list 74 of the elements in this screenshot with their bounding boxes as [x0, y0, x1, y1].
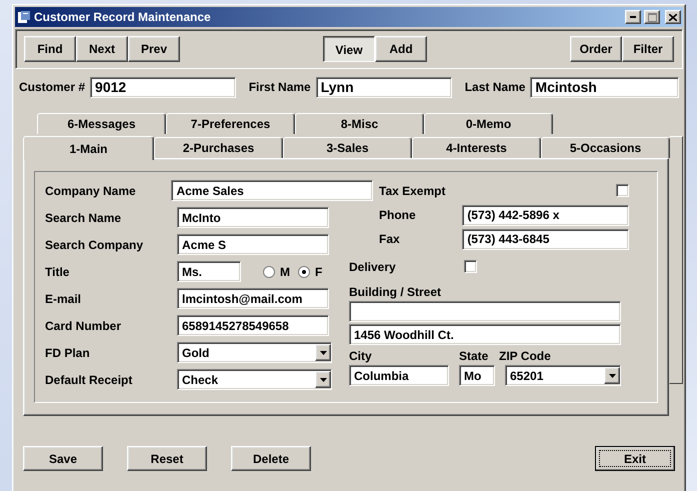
- close-button[interactable]: [665, 10, 681, 24]
- field-label: Delivery: [349, 260, 397, 274]
- tab[interactable]: 6-Messages: [37, 113, 166, 134]
- window-title: Customer Record Maintenance: [34, 10, 212, 24]
- field-label: Tax Exempt: [379, 184, 446, 198]
- field-label: Phone: [379, 208, 417, 222]
- field-label: E-mail: [45, 292, 82, 306]
- input-field[interactable]: McInto: [177, 207, 329, 228]
- field-label: Last Name: [464, 80, 526, 94]
- field-label: FD Plan: [45, 346, 91, 360]
- tab[interactable]: 0-Memo: [424, 113, 553, 134]
- tab[interactable]: 2-Purchases: [154, 137, 283, 158]
- close-icon: [669, 14, 677, 20]
- field-label: Card Number: [45, 318, 122, 332]
- toolbar-button[interactable]: Add: [375, 36, 427, 62]
- input-field[interactable]: (573) 443-6845: [462, 228, 629, 250]
- toolbar-button[interactable]: Next: [76, 36, 128, 62]
- field-label: Search Name: [45, 210, 122, 224]
- action-button[interactable]: Delete: [231, 446, 311, 471]
- checkbox[interactable]: [616, 184, 629, 197]
- input-field[interactable]: lmcintosh@mail.com: [177, 288, 329, 309]
- minimize-button[interactable]: [625, 10, 641, 24]
- tab[interactable]: 1-Main: [23, 136, 154, 160]
- field-label: Customer #: [19, 80, 86, 94]
- field-label: ZIP Code: [499, 349, 551, 363]
- toolbar-button[interactable]: View: [323, 36, 375, 62]
- field-label: Title: [45, 264, 70, 278]
- minimize-icon: [630, 16, 636, 18]
- input-field[interactable]: Mcintosh: [530, 76, 679, 98]
- checkbox[interactable]: [464, 260, 477, 273]
- radio-label: M: [280, 264, 290, 278]
- maximize-button[interactable]: [644, 10, 660, 24]
- field-label: First Name: [248, 80, 311, 94]
- tab[interactable]: 3-Sales: [283, 137, 412, 158]
- dropdown-arrow-icon: [320, 350, 326, 354]
- field-label: Building / Street: [349, 285, 442, 299]
- toolbar-button[interactable]: Prev: [128, 36, 180, 62]
- input-field[interactable]: 6589145278549658: [177, 315, 329, 336]
- action-button[interactable]: Reset: [127, 446, 207, 471]
- radio-button[interactable]: [298, 266, 310, 278]
- tab[interactable]: 7-Preferences: [166, 113, 295, 134]
- tab[interactable]: 4-Interests: [412, 137, 541, 158]
- dropdown-arrow-icon: [320, 378, 326, 382]
- toolbar-button[interactable]: Order: [570, 36, 622, 62]
- input-field[interactable]: 1456 Woodhill Ct.: [349, 324, 621, 345]
- field-label: State: [459, 349, 490, 363]
- field-label: City: [349, 349, 373, 363]
- dropdown-arrow-icon: [608, 374, 616, 378]
- input-field[interactable]: [349, 301, 621, 322]
- input-field[interactable]: 9012: [90, 76, 236, 98]
- input-field[interactable]: Ms.: [177, 261, 241, 282]
- input-field[interactable]: Acme S: [177, 234, 329, 255]
- app-icon: [17, 10, 31, 24]
- field-label: Search Company: [45, 238, 144, 252]
- input-field[interactable]: Lynn: [316, 76, 452, 98]
- toolbar-button[interactable]: Filter: [622, 36, 674, 62]
- maximize-icon: [648, 12, 656, 22]
- dropdown[interactable]: Gold: [177, 342, 332, 363]
- field-label: Company Name: [45, 184, 137, 198]
- input-field[interactable]: Mo: [459, 365, 495, 386]
- tab[interactable]: 8-Misc: [295, 113, 424, 134]
- input-field[interactable]: Acme Sales: [171, 180, 373, 201]
- input-field[interactable]: Columbia: [349, 365, 449, 386]
- radio-label: F: [315, 264, 322, 278]
- action-button[interactable]: Exit: [595, 446, 675, 471]
- action-button[interactable]: Save: [23, 446, 103, 471]
- field-label: Default Receipt: [45, 372, 134, 386]
- field-label: Fax: [379, 232, 401, 246]
- input-field[interactable]: (573) 442-5896 x: [462, 204, 629, 226]
- dropdown[interactable]: Check: [177, 369, 332, 390]
- toolbar-button[interactable]: Find: [24, 36, 76, 62]
- radio-button[interactable]: [263, 266, 275, 278]
- tab[interactable]: 5-Occasions: [541, 137, 670, 158]
- dropdown[interactable]: 65201: [505, 365, 621, 386]
